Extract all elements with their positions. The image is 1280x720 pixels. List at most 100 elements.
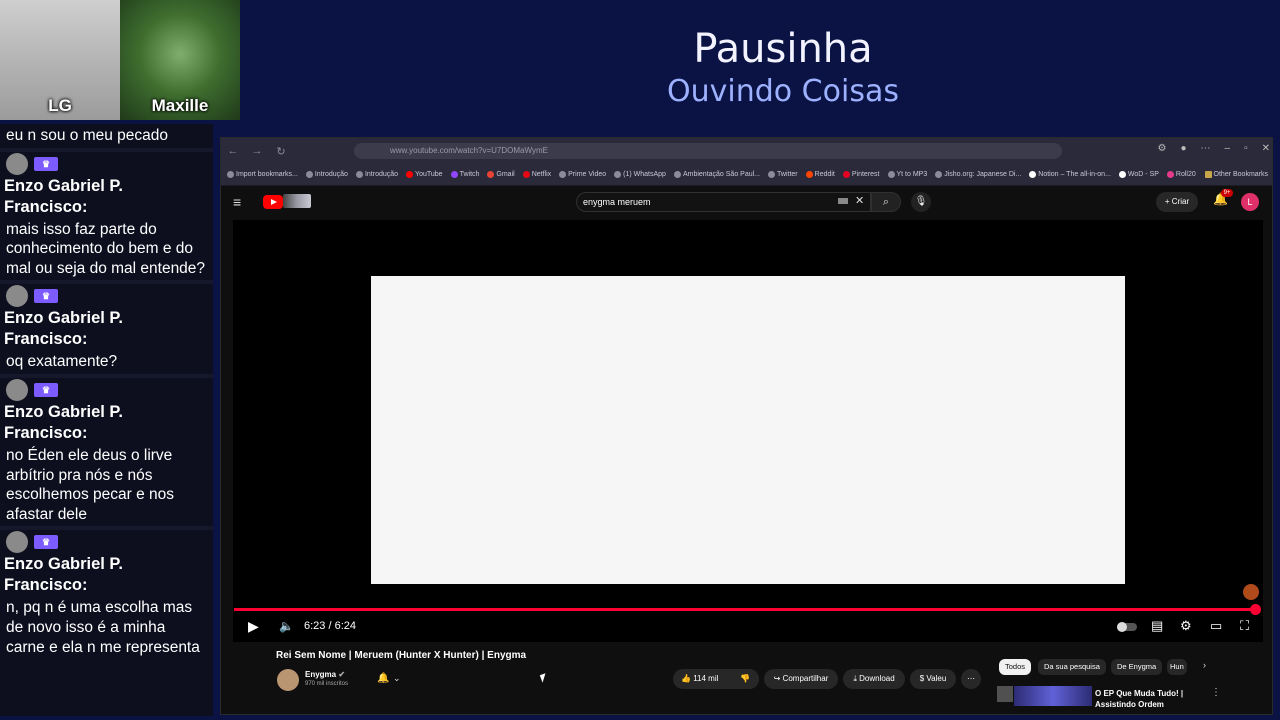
settings-gear-icon[interactable]: ⚙ [1180, 618, 1192, 634]
chevron-right-icon[interactable]: › [1203, 660, 1206, 670]
chat-author: Enzo Gabriel P. [4, 555, 123, 574]
theater-mode-icon[interactable]: ▭ [1210, 618, 1222, 634]
chat-panel: eu n sou o meu pecado ♛ Enzo Gabriel P. … [0, 124, 213, 716]
forward-icon[interactable]: → [245, 145, 269, 157]
youtube-doodle-logo[interactable] [283, 194, 311, 208]
play-icon[interactable]: ▶ [248, 618, 259, 635]
subscribe-bell-icon[interactable]: 🔔 [377, 673, 389, 684]
bookmark-item[interactable]: Prime Video [559, 171, 606, 178]
stream-subtitle: Ouvindo Coisas [667, 74, 899, 109]
bookmark-item[interactable]: Twitter [768, 171, 798, 178]
keyboard-icon[interactable] [838, 198, 848, 204]
google-icon [1118, 171, 1126, 178]
bookmark-item[interactable]: Introdução [355, 171, 398, 178]
address-bar[interactable]: www.youtube.com/watch?v=U7DOMaWymE [354, 143, 1062, 159]
chat-text: n, pq n é uma escolha mas de novo isso é… [6, 599, 200, 656]
bookmark-item[interactable]: Reddit [805, 171, 835, 178]
chip-hunter[interactable]: Hun [1167, 659, 1187, 675]
hamburger-menu-icon[interactable]: ≡ [233, 194, 241, 210]
bookmark-item[interactable]: Yt to MP3 [887, 171, 927, 178]
globe-icon [887, 171, 895, 178]
volume-icon[interactable]: 🔈 [279, 619, 294, 633]
bookmark-item[interactable]: Jisho.org: Japanese Di... [935, 171, 1021, 178]
maximize-icon[interactable]: ▫ [1244, 143, 1248, 154]
clear-search-icon[interactable]: ✕ [855, 194, 864, 207]
mic-icon: 🎙 [914, 196, 928, 207]
channel-name[interactable]: Enygma ✔ [305, 670, 345, 679]
voice-search-button[interactable]: 🎙 [911, 192, 931, 212]
thanks-button[interactable]: $ Valeu [910, 669, 956, 689]
fullscreen-icon[interactable]: ⛶ [1240, 618, 1249, 634]
bookmark-item[interactable]: Notion – The all-in-on... [1029, 171, 1111, 178]
search-input[interactable]: enygma meruem [576, 192, 871, 212]
subscriber-count: 970 mil inscritos [305, 681, 349, 687]
bookmark-item[interactable]: Pinterest [842, 171, 880, 178]
netflix-icon [522, 171, 530, 178]
close-icon[interactable]: ✕ [1262, 143, 1270, 154]
channel-avatar[interactable] [277, 669, 299, 691]
cam-name-lg: LG [48, 96, 72, 115]
chat-message: ♛ Enzo Gabriel P. Francisco: oq exatamen… [0, 284, 213, 374]
verified-icon: ✔ [338, 670, 346, 679]
bookmark-item[interactable]: Gmail [487, 171, 515, 178]
search-button[interactable]: ⌕ [871, 192, 901, 212]
other-bookmarks[interactable]: Other Bookmarks [1204, 171, 1272, 178]
more-vert-icon[interactable]: ⋮ [1211, 687, 1221, 698]
notion-icon [1029, 171, 1037, 178]
progress-scrubber[interactable] [1249, 604, 1261, 615]
create-button[interactable]: + Criar [1156, 192, 1198, 212]
chat-partial-message: eu n sou o meu pecado [6, 127, 169, 144]
chevron-down-icon[interactable]: ⌄ [393, 673, 401, 684]
folder-icon [1204, 171, 1212, 178]
bookmark-item[interactable]: Introdução [305, 171, 348, 178]
bookmark-item[interactable]: Netflix [522, 171, 551, 178]
profile-icon[interactable]: ● [1180, 143, 1186, 154]
autoplay-toggle[interactable] [1117, 622, 1137, 632]
twitch-icon [450, 171, 458, 178]
download-button[interactable]: ⤓ Download [843, 669, 905, 689]
chip-from-channel[interactable]: De Enygma [1111, 659, 1163, 675]
more-icon: ⋯ [967, 674, 975, 683]
thumbs-up-icon: 👍 [681, 674, 691, 683]
bookmark-item[interactable]: WoD - SP [1118, 171, 1159, 178]
reload-icon[interactable]: ↻ [269, 145, 293, 158]
bookmarks-bar: Import bookmarks... Introdução Introduçã… [221, 164, 1272, 186]
chip-from-search[interactable]: Da sua pesquisa [1038, 659, 1106, 675]
chat-author-cont: Francisco: [4, 576, 88, 595]
dislike-button[interactable]: 👎 [731, 669, 759, 689]
pinterest-icon [842, 171, 850, 178]
bookmark-item[interactable]: Import bookmarks... [227, 171, 298, 178]
bookmark-item[interactable]: (1) WhatsApp [614, 171, 666, 178]
video-player[interactable] [233, 220, 1263, 642]
chat-text: mais isso faz parte do conhecimento do b… [6, 220, 206, 277]
menu-icon[interactable]: ⋯ [1201, 143, 1211, 154]
chat-author: Enzo Gabriel P. [4, 402, 123, 421]
sticker-icon [1243, 584, 1259, 600]
extensions-icon[interactable]: ⚙ [1157, 143, 1166, 154]
chat-message: ♛ Enzo Gabriel P. Francisco: no Éden ele… [0, 378, 213, 526]
reddit-icon [805, 171, 813, 178]
subtitles-icon[interactable]: ▤ [1151, 618, 1163, 634]
recommended-thumbnail[interactable] [1014, 686, 1092, 706]
more-actions-button[interactable]: ⋯ [961, 669, 981, 689]
chip-all[interactable]: Todos [999, 659, 1032, 675]
back-icon[interactable]: ← [221, 145, 245, 157]
youtube-masthead: ≡ enygma meruem ✕ ⌕ 🎙 + Criar 🔔 9+ L [221, 186, 1272, 220]
recommended-title[interactable]: O EP Que Muda Tudo! | Assistindo Ordem P… [1095, 688, 1205, 708]
sub-badge-icon: ♛ [34, 289, 58, 304]
bookmark-item[interactable]: Twitch [450, 171, 479, 178]
progress-bar[interactable] [234, 608, 1255, 611]
bookmark-item[interactable]: YouTube [406, 171, 443, 178]
globe-icon [305, 171, 313, 178]
share-button[interactable]: ↪ Compartilhar [764, 669, 838, 689]
search-icon: ⌕ [882, 196, 890, 208]
bookmark-item[interactable]: Ambientação São Paul... [673, 171, 760, 178]
minimize-icon[interactable]: – [1225, 143, 1231, 154]
account-avatar[interactable]: L [1241, 193, 1259, 211]
stream-title: Pausinha [693, 26, 873, 72]
video-frame[interactable] [371, 276, 1125, 584]
youtube-logo-icon[interactable] [263, 195, 283, 209]
chat-author-cont: Francisco: [4, 423, 88, 442]
window-controls: ⚙ ● ⋯ – ▫ ✕ [1157, 143, 1270, 154]
bookmark-item[interactable]: Roll20 [1166, 171, 1196, 178]
